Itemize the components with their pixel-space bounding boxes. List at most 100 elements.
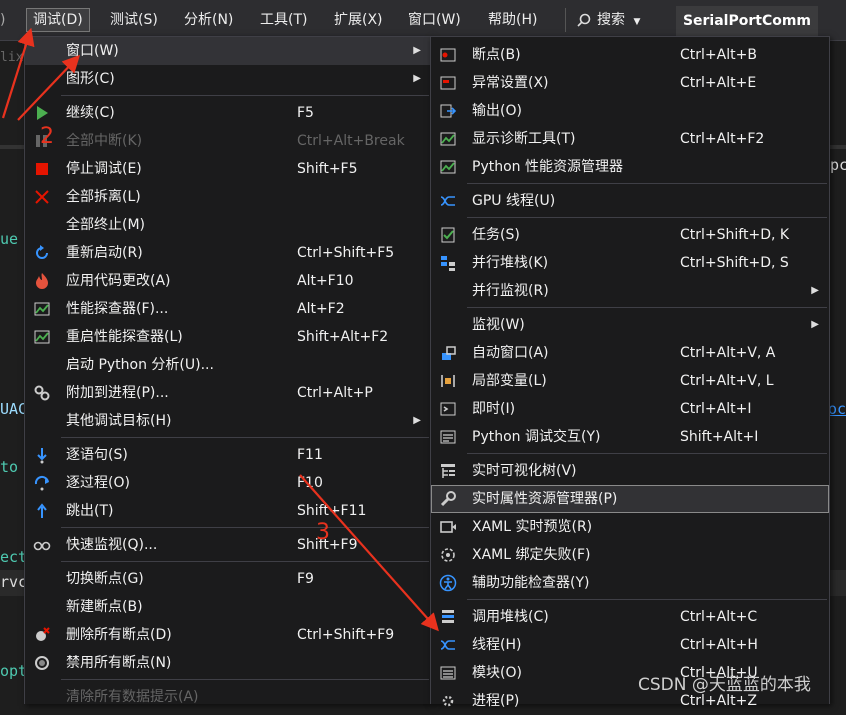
- debug-menu-item[interactable]: 附加到进程(P)... Ctrl+Alt+P: [25, 379, 431, 407]
- debug-menu: 窗口(W) ▶ 图形(C) ▶ 继续(C) F5 全部中断(K) Ctrl+Alt+Break…: [24, 36, 432, 705]
- debug-menu-item-label: 附加到进程(P)...: [66, 385, 169, 401]
- window-menu-item-label: 辅助功能检查器(Y): [472, 575, 590, 591]
- debug-menu-item[interactable]: 性能探查器(F)... Alt+F2: [25, 295, 431, 323]
- python-interactive-icon: [440, 430, 456, 444]
- debug-menu-item[interactable]: 切换断点(G) F9: [25, 565, 431, 593]
- menu-tools[interactable]: 工具(T): [260, 9, 307, 31]
- menu-divider: [61, 527, 429, 528]
- window-menu-item-label: 断点(B): [472, 47, 521, 63]
- xaml-preview-icon: [440, 521, 456, 533]
- window-menu-item[interactable]: 辅助功能检查器(Y): [431, 569, 829, 597]
- debug-menu-item-label: 逐过程(O): [66, 475, 130, 491]
- debug-menu-item-label: 性能探查器(F)...: [66, 301, 169, 317]
- debug-menu-item[interactable]: 快速监视(Q)... Shift+F9: [25, 531, 431, 559]
- debug-menu-item[interactable]: 继续(C) F5: [25, 99, 431, 127]
- annotation-step-2: 2: [40, 124, 54, 149]
- gpu-threads-icon: [440, 196, 455, 206]
- window-menu-item[interactable]: 局部变量(L) Ctrl+Alt+V, L: [431, 367, 829, 395]
- debug-menu-item[interactable]: 重新启动(R) Ctrl+Shift+F5: [25, 239, 431, 267]
- search-box[interactable]: 搜索 ▼: [577, 9, 640, 31]
- window-menu-item-label: 模块(O): [472, 665, 522, 681]
- menu-debug[interactable]: 调试(D): [26, 8, 90, 32]
- window-menu-item[interactable]: 监视(W) ▶: [431, 311, 829, 339]
- window-menu-item[interactable]: 显示诊断工具(T) Ctrl+Alt+F2: [431, 125, 829, 153]
- debug-menu-item[interactable]: 停止调试(E) Shift+F5: [25, 155, 431, 183]
- debug-menu-item-label: 启动 Python 分析(U)...: [66, 357, 214, 373]
- window-menu-item-label: 调用堆栈(C): [472, 609, 549, 625]
- debug-menu-item-shortcut: Ctrl+Shift+F9: [297, 627, 395, 643]
- debug-menu-item-label: 其他调试目标(H): [66, 413, 172, 429]
- step-out-icon: [37, 503, 47, 518]
- window-menu-item[interactable]: 并行监视(R) ▶: [431, 277, 829, 305]
- diagnostic-tools-icon: [440, 132, 456, 146]
- debug-menu-item[interactable]: 其他调试目标(H) ▶: [25, 407, 431, 435]
- menu-analyze[interactable]: 分析(N): [184, 9, 233, 31]
- debug-menu-item-shortcut: Ctrl+Alt+Break: [297, 133, 405, 149]
- window-menu-item[interactable]: 线程(H) Ctrl+Alt+H: [431, 631, 829, 659]
- menu-bar: ) 调试(D) 测试(S) 分析(N) 工具(T) 扩展(X) 窗口(W) 帮助…: [0, 0, 846, 41]
- window-menu-item-label: 显示诊断工具(T): [472, 131, 576, 147]
- window-menu-item-label: 线程(H): [472, 637, 522, 653]
- window-menu-item[interactable]: GPU 线程(U): [431, 187, 829, 215]
- window-submenu: 断点(B) Ctrl+Alt+B 异常设置(X) Ctrl+Alt+E 输出(O) 显示诊…: [430, 36, 830, 709]
- debug-menu-item-label: 停止调试(E): [66, 161, 142, 177]
- property-explorer-icon: [440, 491, 456, 507]
- window-menu-item-shortcut: Ctrl+Alt+C: [680, 609, 758, 625]
- threads-icon: [440, 640, 455, 650]
- window-menu-item-shortcut: Ctrl+Alt+E: [680, 75, 757, 91]
- window-menu-item[interactable]: Python 调试交互(Y) Shift+Alt+I: [431, 423, 829, 451]
- window-menu-item[interactable]: XAML 绑定失败(F): [431, 541, 829, 569]
- debug-menu-item-label: 重新启动(R): [66, 245, 143, 261]
- debug-menu-item-label: 重启性能探查器(L): [66, 329, 183, 345]
- window-menu-item[interactable]: 任务(S) Ctrl+Shift+D, K: [431, 221, 829, 249]
- window-menu-item-label: 实时属性资源管理器(P): [472, 491, 618, 507]
- quickwatch-icon: [33, 541, 51, 551]
- debug-menu-item[interactable]: 重启性能探查器(L) Shift+Alt+F2: [25, 323, 431, 351]
- code-fragment: ue: [0, 230, 19, 248]
- menu-window[interactable]: 窗口(W): [408, 9, 461, 31]
- debug-menu-item-shortcut: Ctrl+Alt+P: [297, 385, 373, 401]
- window-menu-item[interactable]: 并行堆栈(K) Ctrl+Shift+D, S: [431, 249, 829, 277]
- debug-menu-item[interactable]: 全部拆离(L): [25, 183, 431, 211]
- debug-menu-item[interactable]: 窗口(W) ▶: [25, 37, 431, 65]
- debug-menu-item[interactable]: 图形(C) ▶: [25, 65, 431, 93]
- debug-menu-item[interactable]: 启动 Python 分析(U)...: [25, 351, 431, 379]
- window-menu-item-shortcut: Ctrl+Alt+F2: [680, 131, 765, 147]
- window-menu-item-label: 任务(S): [472, 227, 520, 243]
- debug-menu-item: 清除所有数据提示(A): [25, 683, 431, 711]
- accessibility-icon: [439, 574, 457, 592]
- debug-menu-item[interactable]: 逐过程(O) F10: [25, 469, 431, 497]
- menu-extensions[interactable]: 扩展(X): [334, 9, 383, 31]
- window-menu-item-label: 监视(W): [472, 317, 525, 333]
- debug-menu-item-label: 逐语句(S): [66, 447, 128, 463]
- debug-menu-item[interactable]: 删除所有断点(D) Ctrl+Shift+F9: [25, 621, 431, 649]
- debug-menu-item[interactable]: 应用代码更改(A) Alt+F10: [25, 267, 431, 295]
- window-menu-item[interactable]: Python 性能资源管理器: [431, 153, 829, 181]
- parallel-stacks-icon: [441, 256, 455, 271]
- window-menu-item[interactable]: 实时可视化树(V): [431, 457, 829, 485]
- code-fragment: pc: [830, 156, 846, 174]
- window-menu-item[interactable]: 异常设置(X) Ctrl+Alt+E: [431, 69, 829, 97]
- menu-bar-partial-item: ): [0, 12, 6, 28]
- window-menu-item[interactable]: 断点(B) Ctrl+Alt+B: [431, 41, 829, 69]
- window-menu-item[interactable]: 输出(O): [431, 97, 829, 125]
- window-menu-item[interactable]: 调用堆栈(C) Ctrl+Alt+C: [431, 603, 829, 631]
- attach-process-icon: [34, 385, 50, 401]
- window-menu-item[interactable]: XAML 实时预览(R): [431, 513, 829, 541]
- debug-menu-item[interactable]: 全部终止(M): [25, 211, 431, 239]
- debug-menu-item[interactable]: 逐语句(S) F11: [25, 441, 431, 469]
- debug-menu-item[interactable]: 跳出(T) Shift+F11: [25, 497, 431, 525]
- debug-menu-item-shortcut: F11: [297, 447, 323, 463]
- locals-icon: [441, 375, 455, 387]
- debug-menu-item[interactable]: 新建断点(B): [25, 593, 431, 621]
- window-menu-item-shortcut: Shift+Alt+I: [680, 429, 759, 445]
- chevron-right-icon: ▶: [413, 45, 421, 56]
- debug-menu-item[interactable]: 禁用所有断点(N): [25, 649, 431, 677]
- window-menu-item[interactable]: 自动窗口(A) Ctrl+Alt+V, A: [431, 339, 829, 367]
- window-menu-item[interactable]: 实时属性资源管理器(P): [431, 485, 829, 513]
- debug-menu-item-label: 继续(C): [66, 105, 115, 121]
- menu-help[interactable]: 帮助(H): [488, 9, 537, 31]
- menu-divider: [467, 453, 827, 454]
- window-menu-item[interactable]: 即时(I) Ctrl+Alt+I: [431, 395, 829, 423]
- menu-test[interactable]: 测试(S): [110, 9, 158, 31]
